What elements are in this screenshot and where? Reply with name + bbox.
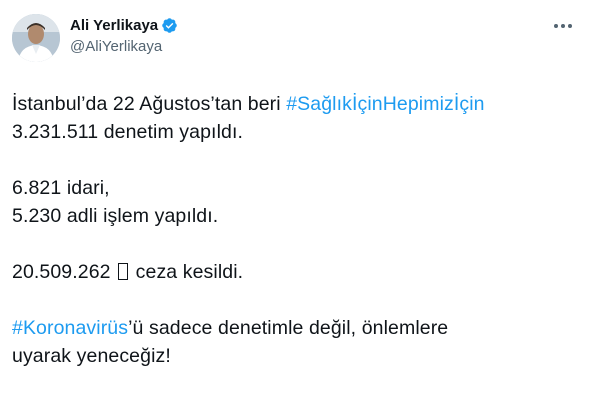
tweet-line: 5.230 adli işlem yapıldı.: [12, 205, 219, 227]
missing-glyph-icon: [118, 263, 129, 280]
tweet-line: 6.821 idari,: [12, 177, 110, 199]
tweet-card: Ali Yerlikaya @AliYerlikaya İstanbul’da …: [0, 0, 592, 400]
avatar[interactable]: [12, 14, 60, 62]
tweet-paragraph: 20.509.262 ceza kesildi.: [12, 258, 578, 286]
tweet-text: İstanbul’da 22 Ağustos’tan beri #Sağlıkİ…: [12, 90, 578, 370]
hashtag-link[interactable]: #Koronavirüs: [12, 317, 128, 339]
more-horizontal-icon[interactable]: [550, 16, 576, 36]
author-names: Ali Yerlikaya @AliYerlikaya: [70, 14, 178, 55]
tweet-line: 20.509.262 ceza kesildi.: [12, 258, 578, 286]
tweet-line: uyarak yeneceğiz!: [12, 345, 171, 367]
tweet-text-segment: 20.509.262: [12, 261, 111, 283]
tweet-text-segment: ’ü sadece denetimle değil, önlemlere: [128, 317, 449, 339]
tweet-text-segment: ceza kesildi.: [130, 261, 244, 283]
tweet-line: 3.231.511 denetim yapıldı.: [12, 121, 243, 143]
author-handle[interactable]: @AliYerlikaya: [70, 38, 178, 55]
tweet-paragraph: #Koronavirüs’ü sadece denetimle değil, ö…: [12, 314, 578, 370]
author-display-name[interactable]: Ali Yerlikaya: [70, 17, 158, 34]
tweet-text-segment: İstanbul’da 22 Ağustos’tan beri: [12, 93, 287, 115]
hashtag-link[interactable]: #SağlıkİçinHepimizİçin: [286, 93, 484, 115]
tweet-line: İstanbul’da 22 Ağustos’tan beri #Sağlıkİ…: [12, 90, 578, 118]
name-row: Ali Yerlikaya: [70, 17, 178, 34]
tweet-line: #Koronavirüs’ü sadece denetimle değil, ö…: [12, 314, 578, 342]
tweet-paragraph: İstanbul’da 22 Ağustos’tan beri #Sağlıkİ…: [12, 90, 578, 146]
verified-badge-icon: [161, 17, 178, 34]
tweet-header: Ali Yerlikaya @AliYerlikaya: [12, 14, 578, 64]
tweet-paragraph: 6.821 idari, 5.230 adli işlem yapıldı.: [12, 174, 578, 230]
